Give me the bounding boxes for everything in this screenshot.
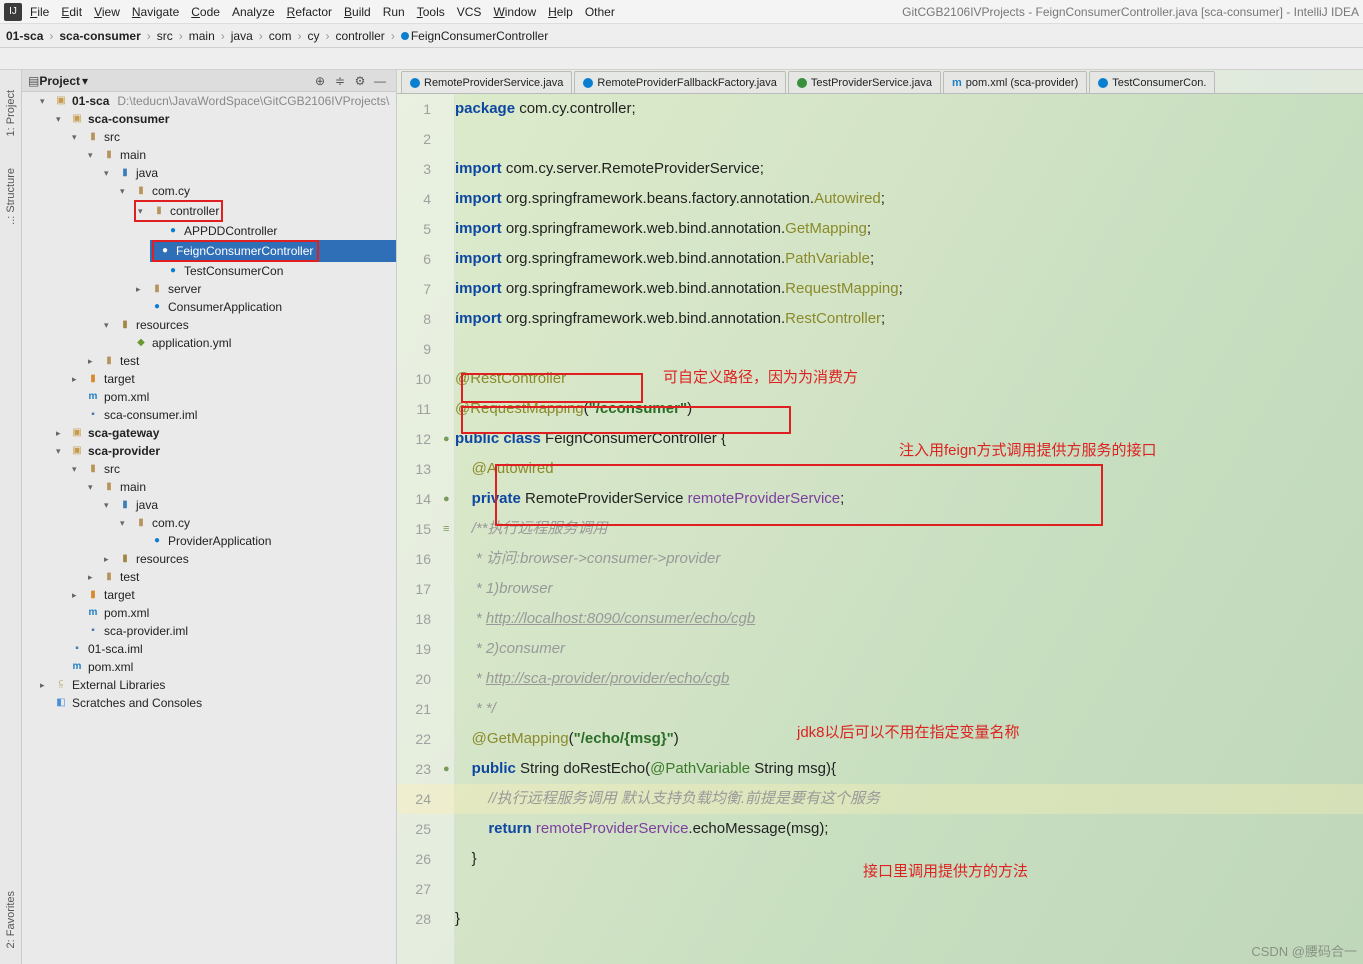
- breadcrumb: 01-sca›sca-consumer›src›main›java›com›cy…: [0, 24, 1363, 48]
- code-line[interactable]: 23● public String doRestEcho(@PathVariab…: [397, 754, 1363, 784]
- annotation-3: jdk8以后可以不用在指定变量名称: [797, 721, 1020, 742]
- code-line[interactable]: 4import org.springframework.beans.factor…: [397, 184, 1363, 214]
- editor-tabs: RemoteProviderService.javaRemoteProvider…: [397, 70, 1363, 94]
- pane-title: Project: [39, 74, 80, 88]
- titlebar: IJ File Edit View Navigate Code Analyze Refact…: [0, 0, 1363, 24]
- menu-item[interactable]: Window: [493, 5, 536, 19]
- menu-item[interactable]: Run: [383, 5, 405, 19]
- menu-item[interactable]: View: [94, 5, 120, 19]
- toolstrip: [0, 48, 1363, 70]
- crumb[interactable]: 01-sca: [6, 29, 43, 43]
- code-line[interactable]: 5import org.springframework.web.bind.ann…: [397, 214, 1363, 244]
- code-line[interactable]: 2: [397, 124, 1363, 154]
- editor-tab[interactable]: RemoteProviderFallbackFactory.java: [574, 71, 786, 93]
- left-toolwindow-bar: 1: Project ..: Structure 2: Favorites: [0, 70, 22, 964]
- menu-item[interactable]: Navigate: [132, 5, 179, 19]
- project-pane-header: ▤ Project▾ ⊕ ≑ ⚙ —: [22, 70, 396, 92]
- code-line[interactable]: 16 * 访问:browser->consumer->provider: [397, 544, 1363, 574]
- window-title: GitCGB2106IVProjects - FeignConsumerCont…: [902, 5, 1359, 19]
- menu-item[interactable]: Code: [191, 5, 220, 19]
- editor-area: RemoteProviderService.javaRemoteProvider…: [397, 70, 1363, 964]
- watermark: CSDN @腰码合一: [1251, 941, 1357, 960]
- tree-selected[interactable]: ●FeignConsumerController: [150, 240, 396, 262]
- app-logo: IJ: [4, 3, 22, 21]
- menu-item[interactable]: Tools: [417, 5, 445, 19]
- tab-favorites[interactable]: 2: Favorites: [5, 891, 17, 948]
- redbox-autowired: [495, 464, 1103, 526]
- annotation-4: 接口里调用提供方的方法: [863, 860, 1028, 881]
- crumb[interactable]: FeignConsumerController: [401, 29, 548, 43]
- menubar: File Edit View Navigate Code Analyze Refactor B…: [30, 5, 902, 19]
- locate-icon[interactable]: ⊕: [312, 74, 328, 88]
- code-line[interactable]: 25 return remoteProviderService.echoMess…: [397, 814, 1363, 844]
- menu-item[interactable]: Refactor: [287, 5, 332, 19]
- project-pane: ▤ Project▾ ⊕ ≑ ⚙ — ▾▣01-scaD:\teducn\Jav…: [22, 70, 397, 964]
- editor[interactable]: 1package com.cy.controller;23import com.…: [397, 94, 1363, 964]
- code-line[interactable]: 18 * http://localhost:8090/consumer/echo…: [397, 604, 1363, 634]
- code-line[interactable]: 21 * */: [397, 694, 1363, 724]
- menu-item[interactable]: Build: [344, 5, 371, 19]
- editor-tab[interactable]: TestConsumerCon.: [1089, 71, 1215, 93]
- code-line[interactable]: 1package com.cy.controller;: [397, 94, 1363, 124]
- tab-project[interactable]: 1: Project: [5, 90, 17, 136]
- annotation-2: 注入用feign方式调用提供方服务的接口: [899, 439, 1157, 460]
- code-line[interactable]: 20 * http://sca-provider/provider/echo/c…: [397, 664, 1363, 694]
- menu-item[interactable]: VCS: [457, 5, 482, 19]
- crumb[interactable]: java: [231, 29, 253, 43]
- code-line[interactable]: 28}: [397, 904, 1363, 934]
- editor-tab[interactable]: RemoteProviderService.java: [401, 71, 572, 93]
- code-line[interactable]: 24 //执行远程服务调用 默认支持负载均衡.前提是要有这个服务: [397, 784, 1363, 814]
- menu-item[interactable]: Analyze: [232, 5, 275, 19]
- tab-structure[interactable]: ..: Structure: [5, 168, 17, 225]
- crumb[interactable]: controller: [335, 29, 384, 43]
- hide-icon[interactable]: —: [372, 74, 388, 88]
- menu-item[interactable]: Help: [548, 5, 573, 19]
- code-line[interactable]: 7import org.springframework.web.bind.ann…: [397, 274, 1363, 304]
- crumb[interactable]: main: [189, 29, 215, 43]
- crumb[interactable]: sca-consumer: [59, 29, 140, 43]
- editor-tab[interactable]: TestProviderService.java: [788, 71, 941, 93]
- project-tree[interactable]: ▾▣01-scaD:\teducn\JavaWordSpace\GitCGB21…: [22, 92, 396, 964]
- code-line[interactable]: 19 * 2)consumer: [397, 634, 1363, 664]
- redbox-requestmapping: [461, 406, 791, 434]
- code-line[interactable]: 3import com.cy.server.RemoteProviderServ…: [397, 154, 1363, 184]
- crumb[interactable]: com: [269, 29, 292, 43]
- redbox-restcontroller: [461, 373, 643, 403]
- code-line[interactable]: 9: [397, 334, 1363, 364]
- editor-tab[interactable]: mpom.xml (sca-provider): [943, 71, 1087, 93]
- menu-item[interactable]: File: [30, 5, 49, 19]
- menu-item[interactable]: Edit: [61, 5, 82, 19]
- code-line[interactable]: 8import org.springframework.web.bind.ann…: [397, 304, 1363, 334]
- gear-icon[interactable]: ⚙: [352, 74, 368, 88]
- code-line[interactable]: 6import org.springframework.web.bind.ann…: [397, 244, 1363, 274]
- annotation-1: 可自定义路径，因为为消费方: [663, 366, 858, 387]
- crumb[interactable]: cy: [307, 29, 319, 43]
- expand-icon[interactable]: ≑: [332, 74, 348, 88]
- code-line[interactable]: 17 * 1)browser: [397, 574, 1363, 604]
- menu-item[interactable]: Other: [585, 5, 615, 19]
- crumb[interactable]: src: [157, 29, 173, 43]
